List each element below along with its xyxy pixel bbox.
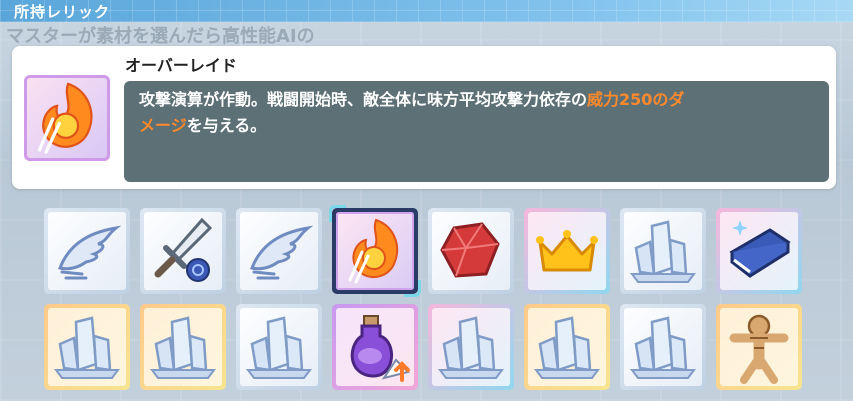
header-bar: 所持レリック bbox=[0, 0, 853, 22]
crystal-icon bbox=[144, 308, 222, 386]
description-highlight-2: メージ bbox=[139, 116, 187, 135]
fire-sword-icon bbox=[336, 212, 414, 290]
relic-detail-card: オーバーレイド 攻撃演算が作動。戦闘開始時、敵全体に味方平均攻撃力依存の威力25… bbox=[12, 46, 836, 189]
description-highlight-1: 威力250のダ bbox=[587, 90, 685, 109]
crystal-icon bbox=[624, 212, 702, 290]
crystal-icon bbox=[624, 308, 702, 386]
sword-icon bbox=[144, 212, 222, 290]
relic-slot-selected[interactable] bbox=[329, 205, 421, 297]
page-title: 所持レリック bbox=[14, 3, 111, 21]
header-grid-pattern bbox=[0, 0, 853, 22]
relic-slot[interactable] bbox=[716, 304, 802, 390]
relic-slot[interactable] bbox=[332, 304, 418, 390]
crown-icon bbox=[528, 212, 606, 290]
relic-slot[interactable] bbox=[44, 304, 130, 390]
relic-slot[interactable] bbox=[44, 208, 130, 294]
crystal-icon bbox=[48, 308, 126, 386]
background-faded-text: マスターが素材を選んだら高性能AIの bbox=[6, 26, 315, 47]
straw-doll-icon bbox=[720, 308, 798, 386]
relic-description: 攻撃演算が作動。戦闘開始時、敵全体に味方平均攻撃力依存の威力250のダメージを与… bbox=[139, 87, 824, 139]
relic-slot[interactable] bbox=[140, 208, 226, 294]
relic-slot[interactable] bbox=[620, 304, 706, 390]
relic-slot[interactable] bbox=[716, 208, 802, 294]
relic-slot[interactable] bbox=[620, 208, 706, 294]
relic-slot[interactable] bbox=[236, 208, 322, 294]
wing-icon bbox=[240, 212, 318, 290]
relic-slot[interactable] bbox=[524, 304, 610, 390]
crystal-icon bbox=[528, 308, 606, 386]
description-text-2: を与える。 bbox=[186, 116, 267, 135]
crystal-icon bbox=[432, 308, 510, 386]
relic-description-box: 攻撃演算が作動。戦闘開始時、敵全体に味方平均攻撃力依存の威力250のダメージを与… bbox=[124, 81, 829, 182]
relic-slot[interactable] bbox=[428, 304, 514, 390]
potion-icon bbox=[336, 308, 414, 386]
wing-icon bbox=[48, 212, 126, 290]
selection-corner bbox=[404, 280, 421, 297]
ruby-icon bbox=[432, 212, 510, 290]
detail-relic-icon bbox=[24, 75, 110, 161]
relic-slot[interactable] bbox=[140, 304, 226, 390]
relic-name: オーバーレイド bbox=[125, 56, 237, 75]
relic-slot[interactable] bbox=[524, 208, 610, 294]
relic-slot[interactable] bbox=[428, 208, 514, 294]
book-icon bbox=[720, 212, 798, 290]
selection-corner bbox=[329, 205, 346, 222]
relic-slot[interactable] bbox=[236, 304, 322, 390]
crystal-icon bbox=[240, 308, 318, 386]
description-text-1: 攻撃演算が作動。戦闘開始時、敵全体に味方平均攻撃力依存の bbox=[139, 90, 588, 109]
fire-sword-icon bbox=[24, 75, 110, 161]
